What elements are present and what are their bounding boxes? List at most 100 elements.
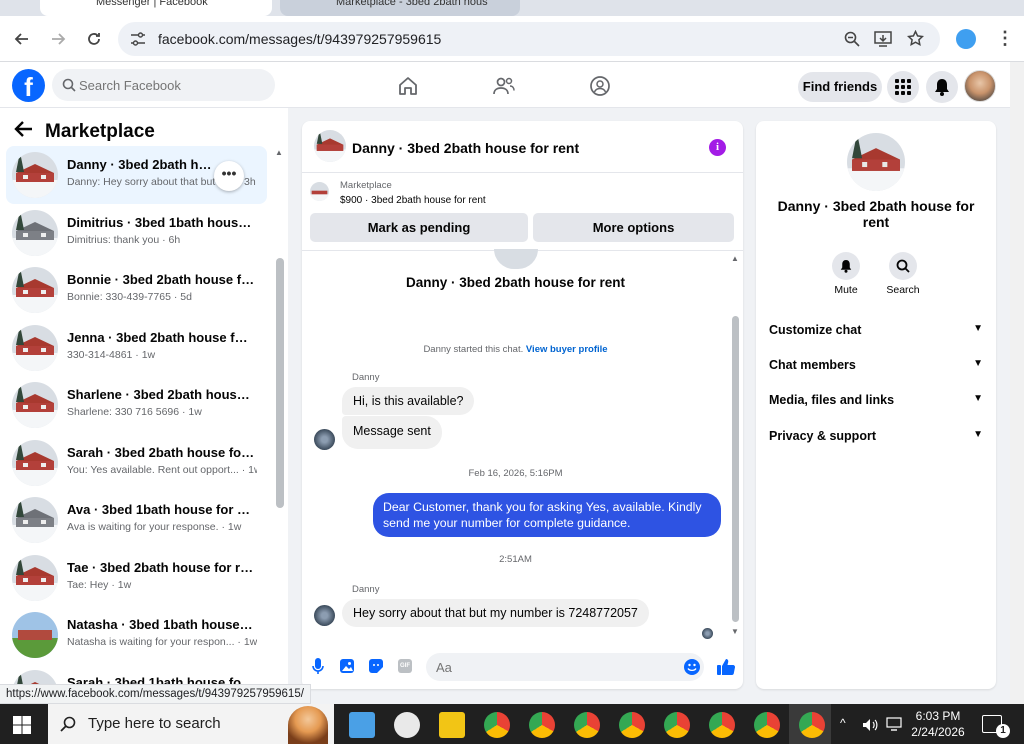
conversation-more-options-button[interactable]: ••• xyxy=(214,161,244,191)
more-options-button[interactable]: More options xyxy=(533,213,734,242)
menu-button[interactable] xyxy=(887,71,919,103)
scroll-down-arrow-icon[interactable]: ▼ xyxy=(731,627,739,636)
sender-avatar[interactable] xyxy=(314,605,335,626)
conversation-item[interactable]: Jenna · 3bed 2bath house for rent 330-314… xyxy=(6,319,267,377)
gif-icon[interactable]: GIF xyxy=(398,659,412,673)
groups-nav-button[interactable] xyxy=(586,72,614,100)
conversation-item[interactable]: Bonnie · 3bed 2bath house for r... Bonnie… xyxy=(6,261,267,319)
taskbar-clock[interactable]: 6:03 PM 2/24/2026 xyxy=(905,708,971,740)
extension-icon[interactable] xyxy=(956,29,976,49)
conversation-list-scrollbar[interactable] xyxy=(276,258,284,508)
notifications-button[interactable] xyxy=(926,71,958,103)
reload-button[interactable] xyxy=(79,24,109,54)
chrome-icon[interactable] xyxy=(484,712,510,738)
search-in-conversation-button[interactable]: Search xyxy=(883,252,923,296)
snipping-app-icon[interactable] xyxy=(394,712,420,738)
listing-thumbnail[interactable] xyxy=(310,182,329,201)
microphone-icon[interactable] xyxy=(312,658,324,675)
windows-start-icon[interactable] xyxy=(13,716,31,734)
url-text[interactable]: facebook.com/messages/t/943979257959615 xyxy=(158,31,441,47)
groups-icon xyxy=(590,76,610,96)
conversation-item[interactable]: Sharlene · 3bed 2bath house fo... Sharlen… xyxy=(6,376,267,434)
message-bubble[interactable]: Hey sorry about that but my number is 72… xyxy=(342,599,649,627)
mute-button[interactable]: Mute xyxy=(826,252,866,296)
sender-avatar[interactable] xyxy=(314,429,335,450)
listing-price-title[interactable]: $900 · 3bed 2bath house for rent xyxy=(340,195,486,206)
section-label: Privacy & support xyxy=(769,429,876,443)
mark-as-pending-button[interactable]: Mark as pending xyxy=(310,213,528,242)
browser-menu-icon[interactable]: ⋮ xyxy=(996,29,1014,49)
conversation-item[interactable]: Tae · 3bed 2bath house for rent Tae: Hey … xyxy=(6,549,267,607)
find-friends-button[interactable]: Find friends xyxy=(798,72,882,102)
taskbar-search-box[interactable]: Type here to search xyxy=(48,704,334,744)
emoji-icon[interactable] xyxy=(684,659,700,675)
chevron-down-icon: ▼ xyxy=(973,393,983,404)
marketplace-conversation-list: Marketplace Danny · 3bed 2bath house for… xyxy=(0,108,288,688)
message-bubble[interactable]: Hi, is this available? xyxy=(342,387,475,415)
sender-name: Danny xyxy=(352,584,380,595)
chrome-icon[interactable] xyxy=(754,712,780,738)
chrome-icon[interactable] xyxy=(664,712,690,738)
message-composer: GIF xyxy=(302,647,743,689)
chrome-icon[interactable] xyxy=(529,712,555,738)
computer-app-icon[interactable] xyxy=(349,712,375,738)
volume-icon[interactable] xyxy=(862,718,878,732)
facebook-search[interactable] xyxy=(52,69,275,101)
conversation-preview: Tae: Hey · 1w xyxy=(67,578,132,591)
conversation-item[interactable]: Ava · 3bed 1bath house for rent Ava is wa… xyxy=(6,491,267,549)
image-icon[interactable] xyxy=(340,659,354,673)
thumbs-up-icon[interactable] xyxy=(717,658,735,675)
network-icon[interactable] xyxy=(886,717,902,731)
conversation-title: Sharlene · 3bed 2bath house fo... xyxy=(67,387,255,402)
page-scrollbar[interactable] xyxy=(1010,62,1024,704)
outgoing-message-bubble[interactable]: Dear Customer, thank you for asking Yes,… xyxy=(373,493,721,537)
chat-scrollbar[interactable] xyxy=(732,316,739,622)
show-hidden-icons-chevron-icon[interactable]: ^ xyxy=(840,716,846,730)
conversation-item[interactable]: Sarah · 3bed 2bath house for rent You: Ye… xyxy=(6,434,267,492)
zoom-icon[interactable] xyxy=(844,31,860,47)
browser-tab-messenger[interactable]: Messenger | Facebook xyxy=(40,0,272,16)
scroll-up-arrow-icon[interactable]: ▲ xyxy=(275,148,283,157)
marketplace-listing-bar: Marketplace $900 · 3bed 2bath house for … xyxy=(302,173,743,251)
read-receipt-avatar xyxy=(702,628,713,639)
chat-avatar[interactable] xyxy=(314,130,346,162)
view-buyer-profile-link[interactable]: View buyer profile xyxy=(526,344,608,355)
conversation-title: Bonnie · 3bed 2bath house for r... xyxy=(67,272,255,287)
privacy-support-section[interactable]: Privacy & support ▼ xyxy=(769,429,983,449)
browser-tab-marketplace[interactable]: Marketplace - 3bed 2bath hous xyxy=(280,0,520,16)
info-icon[interactable]: i xyxy=(709,139,726,156)
chrome-icon[interactable] xyxy=(574,712,600,738)
chat-title[interactable]: Danny · 3bed 2bath house for rent xyxy=(352,140,579,156)
chrome-icon[interactable] xyxy=(619,712,645,738)
facebook-logo[interactable]: f xyxy=(12,69,45,102)
customize-chat-section[interactable]: Customize chat ▼ xyxy=(769,323,983,343)
listing-avatar[interactable] xyxy=(847,133,905,191)
install-app-icon[interactable] xyxy=(874,30,892,48)
back-arrow-icon[interactable] xyxy=(14,120,34,144)
chat-members-section[interactable]: Chat members ▼ xyxy=(769,358,983,378)
conversation-title: Sarah · 3bed 2bath house for rent xyxy=(67,444,255,460)
back-button[interactable] xyxy=(7,24,37,54)
friends-nav-button[interactable] xyxy=(490,72,518,100)
sticky-notes-icon[interactable] xyxy=(439,712,465,738)
message-input[interactable] xyxy=(436,653,666,681)
chrome-icon[interactable] xyxy=(799,712,825,738)
chevron-down-icon: ▼ xyxy=(973,429,983,440)
profile-avatar[interactable] xyxy=(964,70,996,102)
facebook-search-input[interactable] xyxy=(79,69,269,101)
conversation-preview: You: Yes available. Rent out opport... ·… xyxy=(67,463,257,476)
message-input-field[interactable] xyxy=(426,653,704,681)
scroll-up-arrow-icon[interactable]: ▲ xyxy=(731,254,739,263)
media-files-links-section[interactable]: Media, files and links ▼ xyxy=(769,393,983,413)
address-bar[interactable]: facebook.com/messages/t/943979257959615 xyxy=(118,22,940,56)
message-bubble[interactable]: Message sent xyxy=(342,416,442,449)
forward-button[interactable] xyxy=(43,24,73,54)
conversation-item[interactable]: Dimitrius · 3bed 1bath house fo... Dimitr… xyxy=(6,204,267,262)
bookmark-star-icon[interactable] xyxy=(907,30,924,47)
chrome-icon[interactable] xyxy=(709,712,735,738)
conversation-thumbnail xyxy=(12,554,58,601)
home-nav-button[interactable] xyxy=(394,72,422,100)
site-settings-icon[interactable] xyxy=(130,32,146,46)
sticker-icon[interactable] xyxy=(369,659,383,673)
conversation-item[interactable]: Natasha · 3bed 1bath house for ... Natash… xyxy=(6,606,267,664)
